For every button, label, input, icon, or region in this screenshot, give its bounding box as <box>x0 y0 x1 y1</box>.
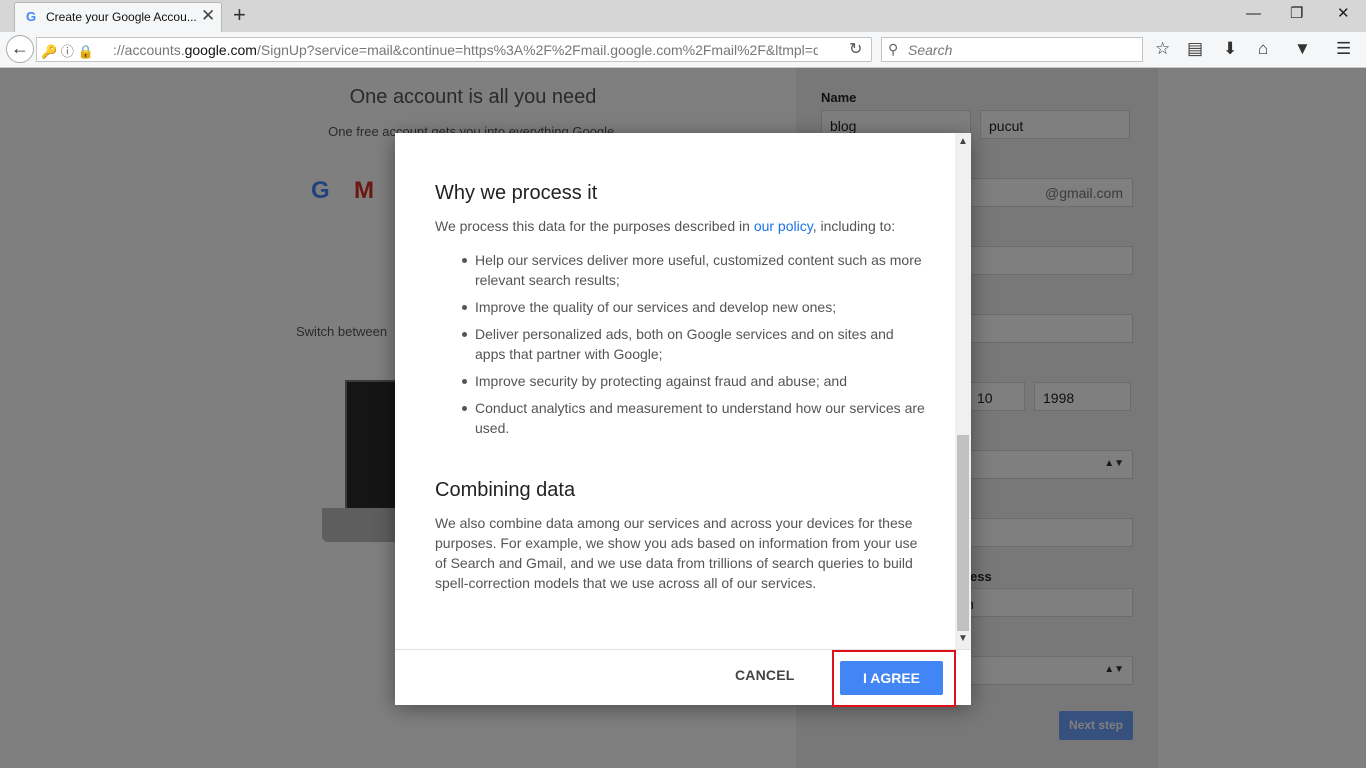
list-item: Conduct analytics and measurement to und… <box>462 398 925 438</box>
list-item: Help our services deliver more useful, c… <box>462 250 925 290</box>
close-window-icon[interactable]: ✕ <box>1337 4 1350 24</box>
list-item: Improve the quality of our services and … <box>462 297 925 317</box>
process-intro: We process this data for the purposes de… <box>435 216 925 236</box>
url-path: /SignUp?service=mail&continue=https%3A%2… <box>256 42 818 58</box>
site-identity-icons[interactable]: 🔑 ⓘ 🔒 <box>41 41 94 60</box>
combining-data-text: We also combine data among our services … <box>435 515 918 591</box>
restore-icon[interactable]: ❐ <box>1290 4 1303 24</box>
google-favicon-icon: G <box>26 9 37 24</box>
back-icon[interactable]: ← <box>6 35 34 63</box>
list-item-text: Help our services deliver more useful, c… <box>475 252 922 288</box>
url-host: google.com <box>184 42 257 58</box>
purpose-list: Help our services deliver more useful, c… <box>435 250 925 438</box>
list-item-text: Deliver personalized ads, both on Google… <box>475 326 894 362</box>
search-placeholder: Search <box>908 42 953 58</box>
list-item-text: Improve the quality of our services and … <box>475 299 837 315</box>
cancel-button[interactable]: CANCEL <box>735 667 795 683</box>
scroll-down-icon[interactable]: ▼ <box>957 633 969 644</box>
download-icon[interactable]: ⬇ <box>1223 39 1237 59</box>
bullet-icon <box>462 379 467 384</box>
close-tab-icon[interactable]: ✕ <box>201 7 215 25</box>
privacy-terms-dialog: Why we process it We process this data f… <box>395 133 971 705</box>
bullet-icon <box>462 258 467 263</box>
bullet-icon <box>462 406 467 411</box>
scrollbar-thumb[interactable] <box>957 435 969 631</box>
search-bar[interactable]: ⚲ Search <box>881 37 1143 62</box>
navigation-bar: ← 🔑 ⓘ 🔒 ://accounts.google.com/SignUp?se… <box>0 32 1366 68</box>
browser-tab[interactable]: G Create your Google Accou... ✕ <box>14 2 222 32</box>
bullet-icon <box>462 332 467 337</box>
minimize-icon[interactable]: — <box>1246 4 1261 24</box>
heading-combining-data: Combining data <box>435 479 576 501</box>
reload-icon[interactable]: ↻ <box>849 39 862 59</box>
url-prefix: ://accounts. <box>113 42 185 58</box>
our-policy-link[interactable]: our policy <box>754 218 813 234</box>
lock-icon[interactable]: 🔒 <box>77 44 93 59</box>
new-tab-button[interactable]: + <box>233 3 246 27</box>
list-item-text: Improve security by protecting against f… <box>475 373 847 389</box>
dialog-scrollbar[interactable]: ▲ ▼ <box>955 133 971 649</box>
agree-highlight-box <box>832 650 956 707</box>
pocket-icon[interactable]: ▼ <box>1294 39 1311 59</box>
list-item: Deliver personalized ads, both on Google… <box>462 324 925 364</box>
menu-icon[interactable]: ☰ <box>1336 39 1351 59</box>
key-icon[interactable]: 🔑 <box>41 44 57 59</box>
search-icon: ⚲ <box>888 41 899 57</box>
dialog-content: Why we process it We process this data f… <box>435 179 925 593</box>
address-bar[interactable]: 🔑 ⓘ 🔒 ://accounts.google.com/SignUp?serv… <box>36 37 872 62</box>
bookmark-star-icon[interactable]: ☆ <box>1155 39 1170 59</box>
dialog-scroll-area[interactable]: Why we process it We process this data f… <box>395 133 971 649</box>
scroll-up-icon[interactable]: ▲ <box>957 136 969 147</box>
heading-why-we-process: Why we process it <box>435 182 598 204</box>
reading-list-icon[interactable]: ▤ <box>1187 39 1203 59</box>
intro-text-after: , including to: <box>812 218 896 234</box>
list-item-text: Conduct analytics and measurement to und… <box>475 400 925 436</box>
info-icon[interactable]: ⓘ <box>61 44 74 59</box>
home-icon[interactable]: ⌂ <box>1258 39 1268 59</box>
list-item: Improve security by protecting against f… <box>462 371 925 391</box>
tab-title: Create your Google Accou... <box>46 10 196 24</box>
url-text[interactable]: ://accounts.google.com/SignUp?service=ma… <box>113 42 818 58</box>
bullet-icon <box>462 305 467 310</box>
tab-bar: G Create your Google Accou... ✕ + — ❐ ✕ <box>0 0 1366 32</box>
intro-text-before: We process this data for the purposes de… <box>435 218 754 234</box>
